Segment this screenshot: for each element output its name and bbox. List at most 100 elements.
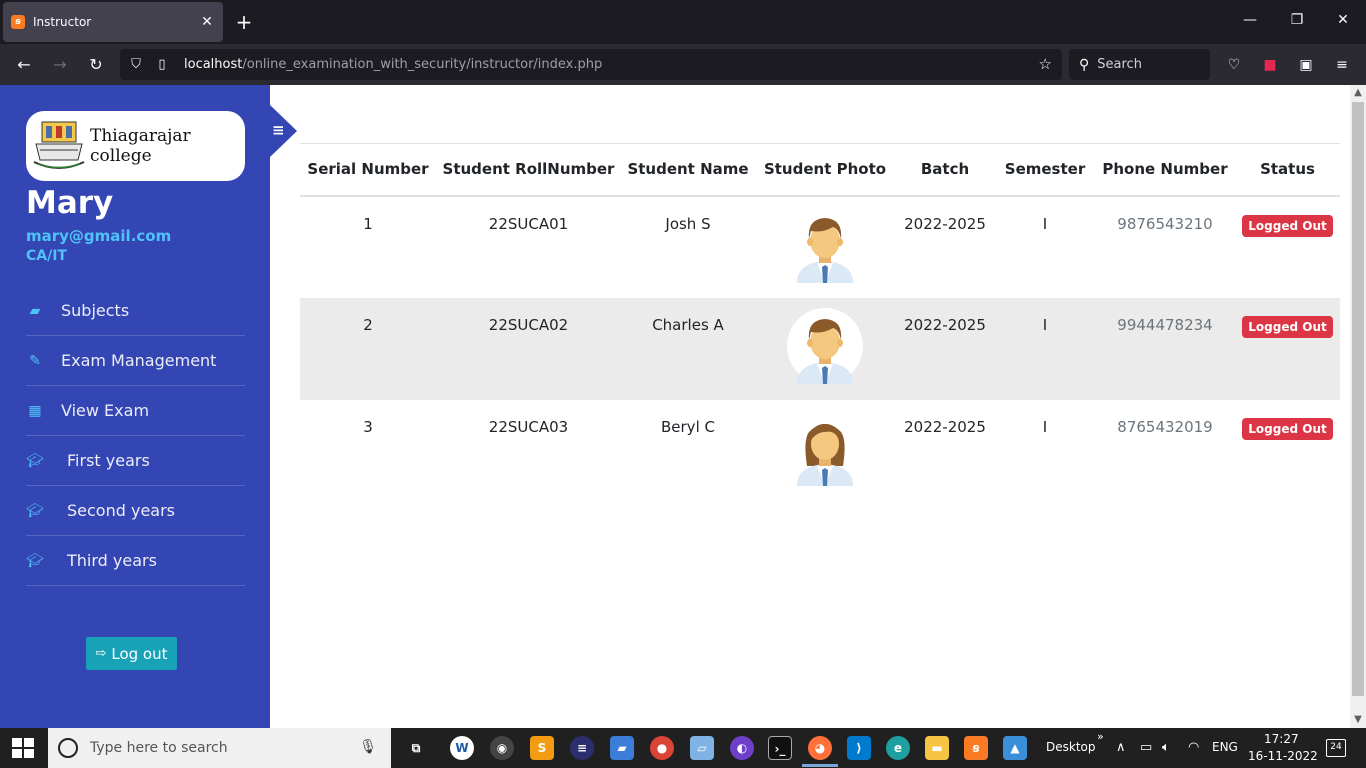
pocket-icon[interactable]: ♡ — [1224, 55, 1244, 75]
xampp-favicon-icon: ꞩ — [11, 15, 25, 29]
semester-cell: I — [995, 297, 1095, 400]
male-avatar-icon — [787, 307, 863, 384]
new-tab-icon[interactable]: + — [233, 12, 255, 34]
sublime-text-icon[interactable]: S — [530, 736, 554, 760]
sidebar-item-label: View Exam — [61, 401, 150, 420]
name-cell: Charles A — [621, 297, 755, 400]
taskbar-search-placeholder: Type here to search — [90, 740, 228, 756]
search-icon: ⚲ — [1079, 56, 1090, 73]
sidebar-item-third-years[interactable]: 🎓︎ Third years — [26, 536, 245, 586]
minimize-icon[interactable]: — — [1240, 12, 1260, 28]
sidebar-item-label: Subjects — [61, 301, 130, 320]
vscode-icon[interactable]: ⟩ — [847, 736, 871, 760]
chrome-icon[interactable]: ● — [650, 736, 674, 760]
chevron-up-icon[interactable]: ∧ — [1116, 740, 1126, 755]
column-header: Phone Number — [1095, 143, 1235, 197]
task-view-icon[interactable]: ⧉ — [404, 736, 428, 760]
sidebar-item-subjects[interactable]: ▰ Subjects — [26, 286, 245, 336]
photo-cell — [755, 297, 895, 400]
windows-taskbar: Type here to search 🎙︎ ⧉ W ◉ S ≡ ▰ ● ▱ ◐… — [0, 728, 1366, 768]
table-icon: ▦ — [28, 402, 42, 419]
file-explorer-icon[interactable]: ▬ — [925, 736, 949, 760]
edge-icon[interactable]: e — [886, 736, 910, 760]
status-cell: Logged Out — [1235, 297, 1340, 400]
window-close-icon[interactable]: ✕ — [1333, 12, 1353, 28]
github-desktop-icon[interactable]: ◐ — [730, 736, 754, 760]
table-row: 2 22SUCA02 Charles A 2022-2025 I 9944478… — [300, 297, 1340, 400]
phone-cell: 9944478234 — [1095, 297, 1235, 400]
photo-cell — [755, 400, 895, 502]
back-icon[interactable]: ← — [12, 53, 36, 77]
microphone-icon[interactable]: 🎙︎ — [359, 739, 377, 755]
active-app-indicator — [802, 764, 838, 767]
status-cell: Logged Out — [1235, 196, 1340, 298]
table-header-row: Serial Number Student RollNumber Student… — [300, 143, 1340, 197]
roll-cell: 22SUCA02 — [436, 297, 621, 400]
phone-cell: 9876543210 — [1117, 214, 1213, 233]
windows-start-icon[interactable] — [12, 738, 34, 758]
college-logo: Thiagarajar college — [26, 111, 245, 181]
male-avatar-icon — [787, 207, 863, 283]
photos-icon[interactable]: ▲ — [1003, 736, 1027, 760]
column-header: Serial Number — [300, 143, 436, 197]
sidebar-item-label: First years — [67, 451, 150, 470]
menu-icon[interactable]: ≡ — [1332, 55, 1352, 75]
restore-icon[interactable]: ❐ — [1287, 12, 1307, 28]
sidebar-item-view-exam[interactable]: ▦ View Exam — [26, 386, 245, 436]
book-icon: ▰ — [29, 302, 41, 319]
wps-icon[interactable]: W — [450, 736, 474, 760]
column-header: Status — [1235, 143, 1340, 197]
tab-close-icon[interactable]: ✕ — [199, 14, 215, 30]
photo-cell — [755, 196, 895, 298]
status-badge: Logged Out — [1242, 214, 1333, 237]
xampp-icon[interactable]: ꞩ — [964, 736, 988, 760]
desktop-label[interactable]: Desktop — [1046, 740, 1096, 754]
url-bar[interactable]: ⛉ ▯ localhost/online_examination_with_se… — [120, 49, 1062, 80]
notification-icon[interactable]: 24 — [1326, 739, 1346, 757]
volume-icon[interactable]: 🔈︎ — [1162, 740, 1170, 755]
clock-date[interactable]: 16-11-2022 — [1248, 749, 1318, 763]
url-text[interactable]: localhost/online_examination_with_securi… — [184, 57, 602, 72]
college-name: Thiagarajar college — [90, 126, 191, 166]
roll-cell: 22SUCA01 — [488, 214, 569, 233]
eclipse-icon[interactable]: ≡ — [570, 736, 594, 760]
roll-cell: 22SUCA03 — [488, 417, 569, 436]
status-cell: Logged Out — [1235, 400, 1340, 502]
college-emblem-icon — [30, 118, 88, 174]
language-indicator[interactable]: ENG — [1212, 740, 1238, 754]
taskbar-search-input[interactable]: Type here to search 🎙︎ — [48, 728, 391, 768]
browser-tabbar: ꞩ Instructor ✕ + — ❐ ✕ — [0, 0, 1366, 44]
browser-tab[interactable]: ꞩ Instructor ✕ — [3, 2, 223, 42]
reload-icon[interactable]: ↻ — [84, 53, 108, 77]
terminal-icon[interactable]: ›_ — [768, 736, 792, 760]
firefox-icon[interactable]: ◕ — [808, 736, 832, 760]
status-badge: Logged Out — [1242, 417, 1333, 440]
female-avatar-icon — [787, 410, 863, 486]
table-row: 1 22SUCA01 Josh S 2022-2025 I 9876543210… — [300, 196, 1340, 298]
chevron-right-icon[interactable]: » — [1097, 730, 1104, 743]
scroll-up-icon[interactable]: ▲ — [1350, 85, 1366, 101]
scroll-down-icon[interactable]: ▼ — [1350, 712, 1366, 728]
sidebar-menu: ▰ Subjects ✎ Exam Management ▦ View Exam… — [26, 286, 245, 586]
wifi-icon[interactable]: ◠ — [1188, 740, 1199, 755]
media-player-icon[interactable]: ◉ — [490, 736, 514, 760]
battery-icon[interactable]: ▭ — [1140, 740, 1152, 755]
sidebar-item-first-years[interactable]: 🎓︎ First years — [26, 436, 245, 486]
hamburger-icon[interactable]: ≡ — [272, 123, 285, 138]
sidebar-item-label: Exam Management — [61, 351, 217, 370]
sidebar-item-exam-management[interactable]: ✎ Exam Management — [26, 336, 245, 386]
page-scrollbar[interactable]: ▲ ▼ — [1350, 85, 1366, 728]
browser-search-input[interactable]: ⚲ Search — [1069, 49, 1210, 80]
bookmark-star-icon[interactable]: ☆ — [1039, 55, 1052, 73]
folder-app-icon[interactable]: ▰ — [610, 736, 634, 760]
scroll-thumb[interactable] — [1352, 102, 1364, 696]
sidebar-item-second-years[interactable]: 🎓︎ Second years — [26, 486, 245, 536]
logout-button[interactable]: ⇨ Log out — [86, 637, 177, 670]
notepad-icon[interactable]: ▱ — [690, 736, 714, 760]
forward-icon[interactable]: → — [48, 53, 72, 77]
clock-time[interactable]: 17:27 — [1264, 732, 1299, 746]
extension-lock-icon[interactable]: ■ — [1260, 55, 1280, 75]
column-header: Student Name — [621, 143, 755, 197]
shield-icon[interactable]: ⛉ — [128, 57, 144, 72]
account-icon[interactable]: ▣ — [1296, 55, 1316, 75]
